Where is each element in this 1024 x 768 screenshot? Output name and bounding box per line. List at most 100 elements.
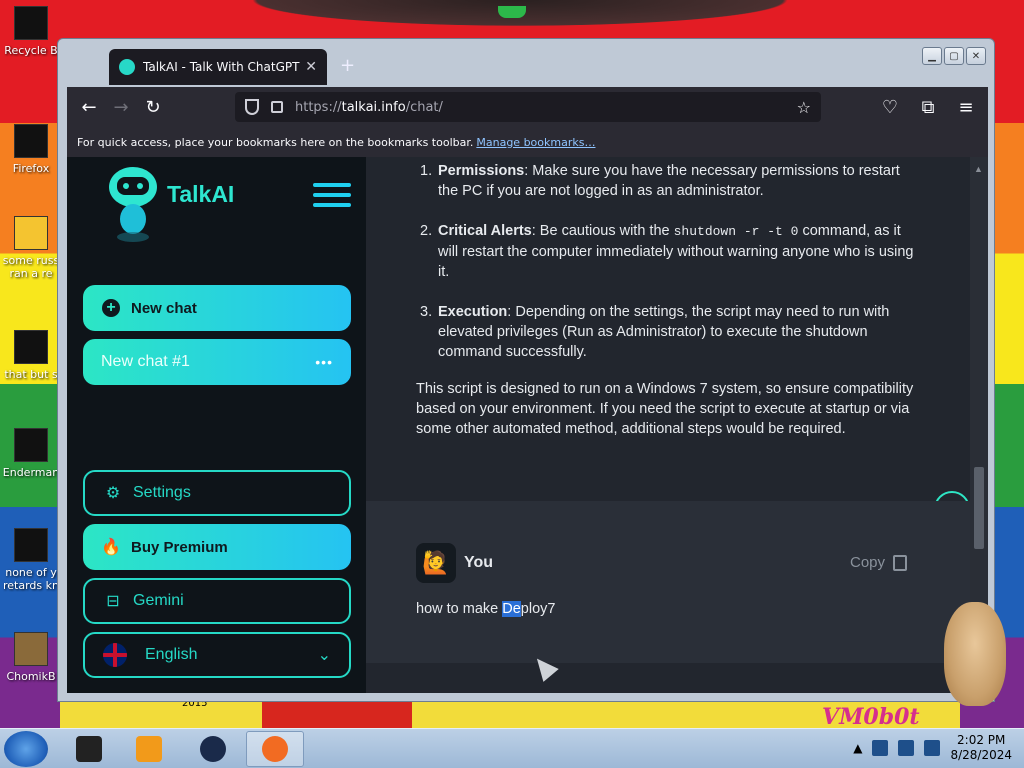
desktop-icon-firefox[interactable]: Firefox	[0, 124, 62, 175]
browser-tab[interactable]: TalkAI - Talk With ChatGPT ✕	[109, 49, 327, 85]
close-tab-icon[interactable]: ✕	[305, 59, 317, 75]
wallpaper-red-band	[262, 700, 412, 730]
gemini-label: Gemini	[133, 592, 184, 609]
scroll-up-arrow-icon[interactable]: ▲	[974, 159, 983, 179]
desktop-icon-chomik[interactable]: ChomikB	[0, 632, 62, 683]
manage-bookmarks-link[interactable]: Manage bookmarks…	[476, 136, 595, 149]
window-titlebar[interactable]: TalkAI - Talk With ChatGPT ✕ + ▁ ▢ ✕	[58, 39, 994, 87]
sidebar: TalkAI + New chat New chat #1 ••• ⚙ Sett…	[67, 157, 366, 693]
maximize-button[interactable]: ▢	[944, 47, 964, 65]
minimize-button[interactable]: ▁	[922, 47, 942, 65]
desktop-icon-recycle-bin[interactable]: Recycle B	[0, 6, 62, 57]
file-icon	[14, 330, 48, 364]
list-item: 2. Critical Alerts: Be cautious with the…	[420, 223, 914, 280]
new-tab-button[interactable]: +	[340, 55, 355, 76]
language-select[interactable]: English ⌄	[83, 632, 351, 678]
file-icon	[14, 428, 48, 462]
copy-label: Copy	[850, 554, 886, 571]
next-message	[366, 663, 970, 693]
clock-time: 2:02 PM	[957, 733, 1006, 747]
tab-title: TalkAI - Talk With ChatGPT	[143, 60, 300, 74]
firefox-icon	[262, 736, 288, 762]
taskbar-app-3[interactable]	[184, 731, 242, 767]
volume-icon[interactable]	[924, 740, 941, 756]
reload-icon[interactable]: ↻	[137, 91, 169, 123]
settings-label: Settings	[133, 484, 191, 501]
user-avatar-icon: 🙋	[416, 543, 456, 583]
page-content: TalkAI + New chat New chat #1 ••• ⚙ Sett…	[67, 157, 988, 693]
system-tray: ▲ 2:02 PM 8/28/2024	[853, 733, 1012, 763]
desktop-icon-file-2[interactable]: that but s	[0, 330, 62, 381]
copy-button[interactable]: Copy	[850, 553, 908, 573]
desktop-icon-label: that but s	[4, 368, 58, 381]
plus-icon: +	[101, 298, 121, 318]
navigation-toolbar: ← → ↻ https://talkai.info/chat/ ☆ ♡ ⧉ ≡	[67, 87, 988, 127]
file-icon	[14, 528, 48, 562]
settings-button[interactable]: ⚙ Settings	[83, 470, 351, 516]
fire-icon: 🔥	[101, 539, 121, 556]
hamster-decoration	[944, 602, 1006, 706]
clock[interactable]: 2:02 PM 8/28/2024	[950, 733, 1012, 763]
pocket-icon[interactable]: ♡	[874, 91, 906, 123]
bookmarks-hint: For quick access, place your bookmarks h…	[77, 135, 474, 149]
taskbar-firefox[interactable]	[246, 731, 304, 767]
buy-premium-label: Buy Premium	[131, 538, 228, 556]
close-window-button[interactable]: ✕	[966, 47, 986, 65]
lock-icon[interactable]	[271, 101, 283, 113]
brand-name: TalkAI	[167, 181, 235, 207]
forward-arrow-icon[interactable]: →	[105, 91, 137, 123]
language-label: English	[145, 646, 198, 663]
taskbar-app-1[interactable]	[60, 731, 118, 767]
start-button[interactable]	[4, 731, 48, 767]
file-icon	[14, 216, 48, 250]
browser-window: TalkAI - Talk With ChatGPT ✕ + ▁ ▢ ✕ ← →…	[57, 38, 995, 702]
gear-icon: ⚙	[105, 485, 121, 502]
notes-list: 1. Permissions: Make sure you have the n…	[420, 161, 916, 382]
list-item: 1. Permissions: Make sure you have the n…	[420, 163, 900, 199]
action-center-icon[interactable]	[872, 740, 889, 756]
buy-premium-button[interactable]: 🔥 Buy Premium	[83, 524, 351, 570]
uk-flag-icon	[103, 643, 127, 667]
tracking-shield-icon[interactable]	[245, 99, 259, 115]
user-name: You	[464, 554, 494, 571]
firefox-icon	[14, 124, 48, 158]
globe-icon	[200, 736, 226, 762]
list-item: 3. Execution: Depending on the settings,…	[420, 304, 890, 360]
desktop-icon-label: Firefox	[12, 162, 50, 175]
toolbar-right: ♡ ⧉ ≡	[874, 91, 982, 123]
desktop-icon-file-1[interactable]: some russ ran a re	[0, 216, 62, 280]
bookmark-star-icon[interactable]: ☆	[797, 98, 811, 117]
more-options-icon[interactable]: •••	[315, 354, 333, 370]
scrollbar-thumb[interactable]	[974, 467, 984, 549]
extensions-icon[interactable]: ⧉	[912, 91, 944, 123]
app-icon	[76, 736, 102, 762]
hamster-icon	[14, 632, 48, 666]
new-chat-button[interactable]: + New chat	[83, 285, 351, 331]
url-bar[interactable]: https://talkai.info/chat/ ☆	[235, 92, 821, 122]
menu-icon[interactable]: ≡	[950, 91, 982, 123]
network-icon[interactable]	[898, 740, 915, 756]
robot-icon: ⊟	[106, 593, 120, 610]
desktop-icon-file-3[interactable]: none of y retards kn	[0, 528, 62, 592]
desktop-icon-label-2: ran a re	[9, 267, 53, 280]
user-message-text[interactable]: how to make Deploy7	[416, 599, 555, 619]
gemini-button[interactable]: ⊟ Gemini	[83, 578, 351, 624]
url-text[interactable]: https://talkai.info/chat/	[295, 100, 797, 115]
talkai-favicon-icon	[119, 59, 135, 75]
desktop-icon-label: none of y	[5, 566, 57, 579]
chevron-down-icon: ⌄	[317, 647, 331, 664]
clock-date: 8/28/2024	[950, 748, 1012, 762]
wallpaper-green-shape	[498, 6, 526, 18]
desktop-icon-label: some russ	[2, 254, 60, 267]
tray-expand-icon[interactable]: ▲	[853, 741, 862, 755]
desktop-icon-label: Recycle B	[4, 44, 58, 57]
taskbar: ▲ 2:02 PM 8/28/2024	[0, 728, 1024, 768]
bookmarks-toolbar: For quick access, place your bookmarks h…	[67, 127, 988, 157]
desktop-icon-enderman[interactable]: Enderman	[0, 428, 62, 479]
assistant-message: 1. Permissions: Make sure you have the n…	[366, 157, 970, 501]
chat-list-item[interactable]: New chat #1 •••	[83, 339, 351, 385]
back-arrow-icon[interactable]: ←	[73, 91, 105, 123]
hamburger-menu-icon[interactable]	[313, 183, 351, 213]
window-controls: ▁ ▢ ✕	[922, 47, 986, 65]
taskbar-media-player[interactable]	[120, 731, 178, 767]
